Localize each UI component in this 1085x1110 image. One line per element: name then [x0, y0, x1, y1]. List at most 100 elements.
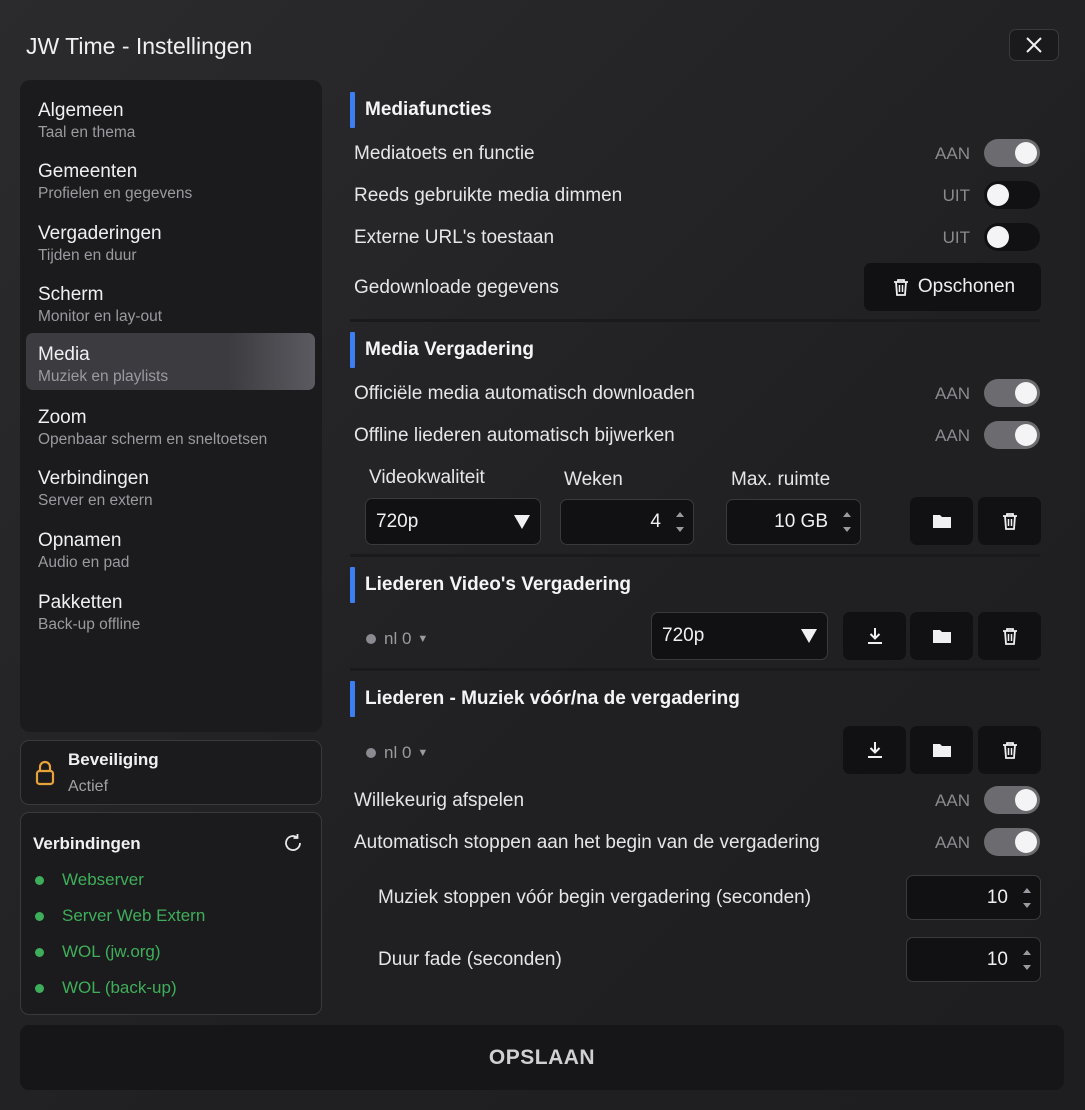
section-header-liederen-muziek: Liederen - Muziek vóór/na de vergadering [350, 681, 740, 717]
caret-down-icon [801, 629, 817, 643]
folder-icon [932, 515, 951, 528]
stepper-arrows-icon[interactable] [1022, 947, 1032, 973]
toggle-knob [1015, 142, 1037, 164]
setting-label: Mediatoets en functie [354, 143, 535, 164]
songs-quality-select[interactable]: 720p [651, 612, 828, 660]
max-space-stepper[interactable]: 10 GB [726, 499, 861, 545]
sidebar-item-media[interactable]: Media Muziek en playlists [26, 333, 315, 390]
sidebar-item-label: Gemeenten [38, 161, 138, 182]
download-button[interactable] [843, 726, 906, 774]
status-dot [35, 947, 44, 957]
trash-icon [1002, 742, 1017, 759]
cleanup-button[interactable]: Opschonen [864, 263, 1041, 311]
sidebar-item-label: Scherm [38, 284, 104, 305]
caret-down-icon: ▼ [417, 747, 429, 759]
stepper-arrows-icon[interactable] [842, 509, 852, 535]
download-icon [867, 628, 882, 644]
language-value: nl 0 [384, 743, 412, 762]
folder-icon [932, 744, 951, 757]
toggle-knob [1015, 831, 1037, 853]
security-card[interactable]: Beveiliging Actief [20, 740, 322, 805]
delete-button[interactable] [978, 726, 1041, 774]
open-folder-button[interactable] [910, 612, 973, 660]
delete-button[interactable] [978, 612, 1041, 660]
toggle-knob [1015, 382, 1037, 404]
sidebar-item-gemeenten[interactable]: Gemeenten Profielen en gegevens [26, 154, 315, 211]
sidebar-item-sub: Server en extern [38, 492, 153, 509]
open-folder-button[interactable] [910, 497, 973, 545]
toggle-auto-stop[interactable] [984, 828, 1040, 856]
fade-duration-stepper[interactable]: 10 [906, 937, 1041, 982]
section-accent-bar [350, 92, 355, 128]
refresh-icon[interactable] [281, 831, 305, 855]
status-dot [366, 748, 376, 758]
section-header-liederen-videos: Liederen Video's Vergadering [350, 567, 631, 603]
toggle-media-key[interactable] [984, 139, 1040, 167]
folder-icon [932, 630, 951, 643]
stepper-arrows-icon[interactable] [675, 509, 685, 535]
connection-item-wol-backup: WOL (back-up) [35, 978, 177, 998]
toggle-dim-used-media[interactable] [984, 181, 1040, 209]
toggle-state-label: UIT [942, 186, 970, 205]
sidebar-item-algemeen[interactable]: Algemeen Taal en thema [26, 93, 315, 150]
trash-icon [893, 279, 908, 296]
sidebar-item-sub: Openbaar scherm en sneltoetsen [38, 431, 268, 448]
sidebar-item-vergaderingen[interactable]: Vergaderingen Tijden en duur [26, 216, 315, 273]
trash-icon [1002, 513, 1017, 530]
language-selector[interactable]: nl 0 ▼ [366, 629, 428, 649]
setting-label: Officiële media automatisch downloaden [354, 383, 695, 404]
toggle-state-label: AAN [935, 144, 970, 163]
sidebar-item-verbindingen[interactable]: Verbindingen Server en extern [26, 461, 315, 518]
toggle-auto-download[interactable] [984, 379, 1040, 407]
weeks-stepper[interactable]: 4 [560, 499, 694, 545]
toggle-knob [987, 184, 1009, 206]
sidebar-nav: Algemeen Taal en thema Gemeenten Profiel… [20, 80, 322, 732]
toggle-offline-songs[interactable] [984, 421, 1040, 449]
toggle-shuffle[interactable] [984, 786, 1040, 814]
setting-label: Duur fade (seconden) [378, 949, 562, 970]
setting-label: Gedownloade gegevens [354, 277, 559, 298]
language-selector[interactable]: nl 0 ▼ [366, 743, 428, 763]
setting-label: Externe URL's toestaan [354, 227, 555, 248]
status-dot [35, 875, 44, 885]
download-icon [867, 742, 882, 758]
security-status: Actief [68, 778, 109, 795]
connection-item-webserver: Webserver [35, 870, 144, 890]
caret-down-icon [514, 514, 530, 529]
stepper-arrows-icon[interactable] [1022, 885, 1032, 911]
sidebar-item-pakketten[interactable]: Pakketten Back-up offline [26, 585, 315, 642]
close-button[interactable] [1009, 29, 1059, 61]
sidebar-item-label: Zoom [38, 407, 87, 428]
cleanup-label: Opschonen [917, 276, 1016, 297]
section-title: Mediafuncties [365, 99, 492, 120]
toggle-state-label: AAN [935, 426, 970, 445]
open-folder-button[interactable] [910, 726, 973, 774]
sidebar-item-sub: Audio en pad [38, 554, 130, 571]
sidebar-item-opnamen[interactable]: Opnamen Audio en pad [26, 523, 315, 580]
download-button[interactable] [843, 612, 906, 660]
section-divider [350, 554, 1040, 557]
save-button[interactable]: OPSLAAN [20, 1025, 1064, 1090]
window-title: JW Time - Instellingen [26, 33, 253, 59]
connection-label: WOL (back-up) [62, 978, 177, 997]
connections-title: Verbindingen [33, 834, 141, 853]
video-quality-select[interactable]: 720p [365, 498, 541, 545]
section-title: Liederen - Muziek vóór/na de vergadering [365, 688, 740, 709]
sidebar-item-label: Opnamen [38, 530, 122, 551]
connection-label: Webserver [62, 870, 144, 889]
sidebar-item-zoom[interactable]: Zoom Openbaar scherm en sneltoetsen [26, 400, 315, 457]
sidebar-item-sub: Tijden en duur [38, 247, 137, 264]
toggle-state-label: AAN [935, 791, 970, 810]
toggle-external-urls[interactable] [984, 223, 1040, 251]
title-bar: JW Time - Instellingen [0, 0, 1085, 80]
status-dot [366, 634, 376, 644]
status-dot [35, 983, 44, 993]
stop-before-stepper[interactable]: 10 [906, 875, 1041, 920]
sidebar-item-scherm[interactable]: Scherm Monitor en lay-out [26, 277, 315, 334]
delete-button[interactable] [978, 497, 1041, 545]
section-header-media-vergadering: Media Vergadering [350, 332, 534, 368]
security-title: Beveiliging [68, 750, 159, 769]
weeks-label: Weken [564, 469, 623, 490]
sidebar-item-sub: Monitor en lay-out [38, 308, 163, 325]
section-accent-bar [350, 567, 355, 603]
